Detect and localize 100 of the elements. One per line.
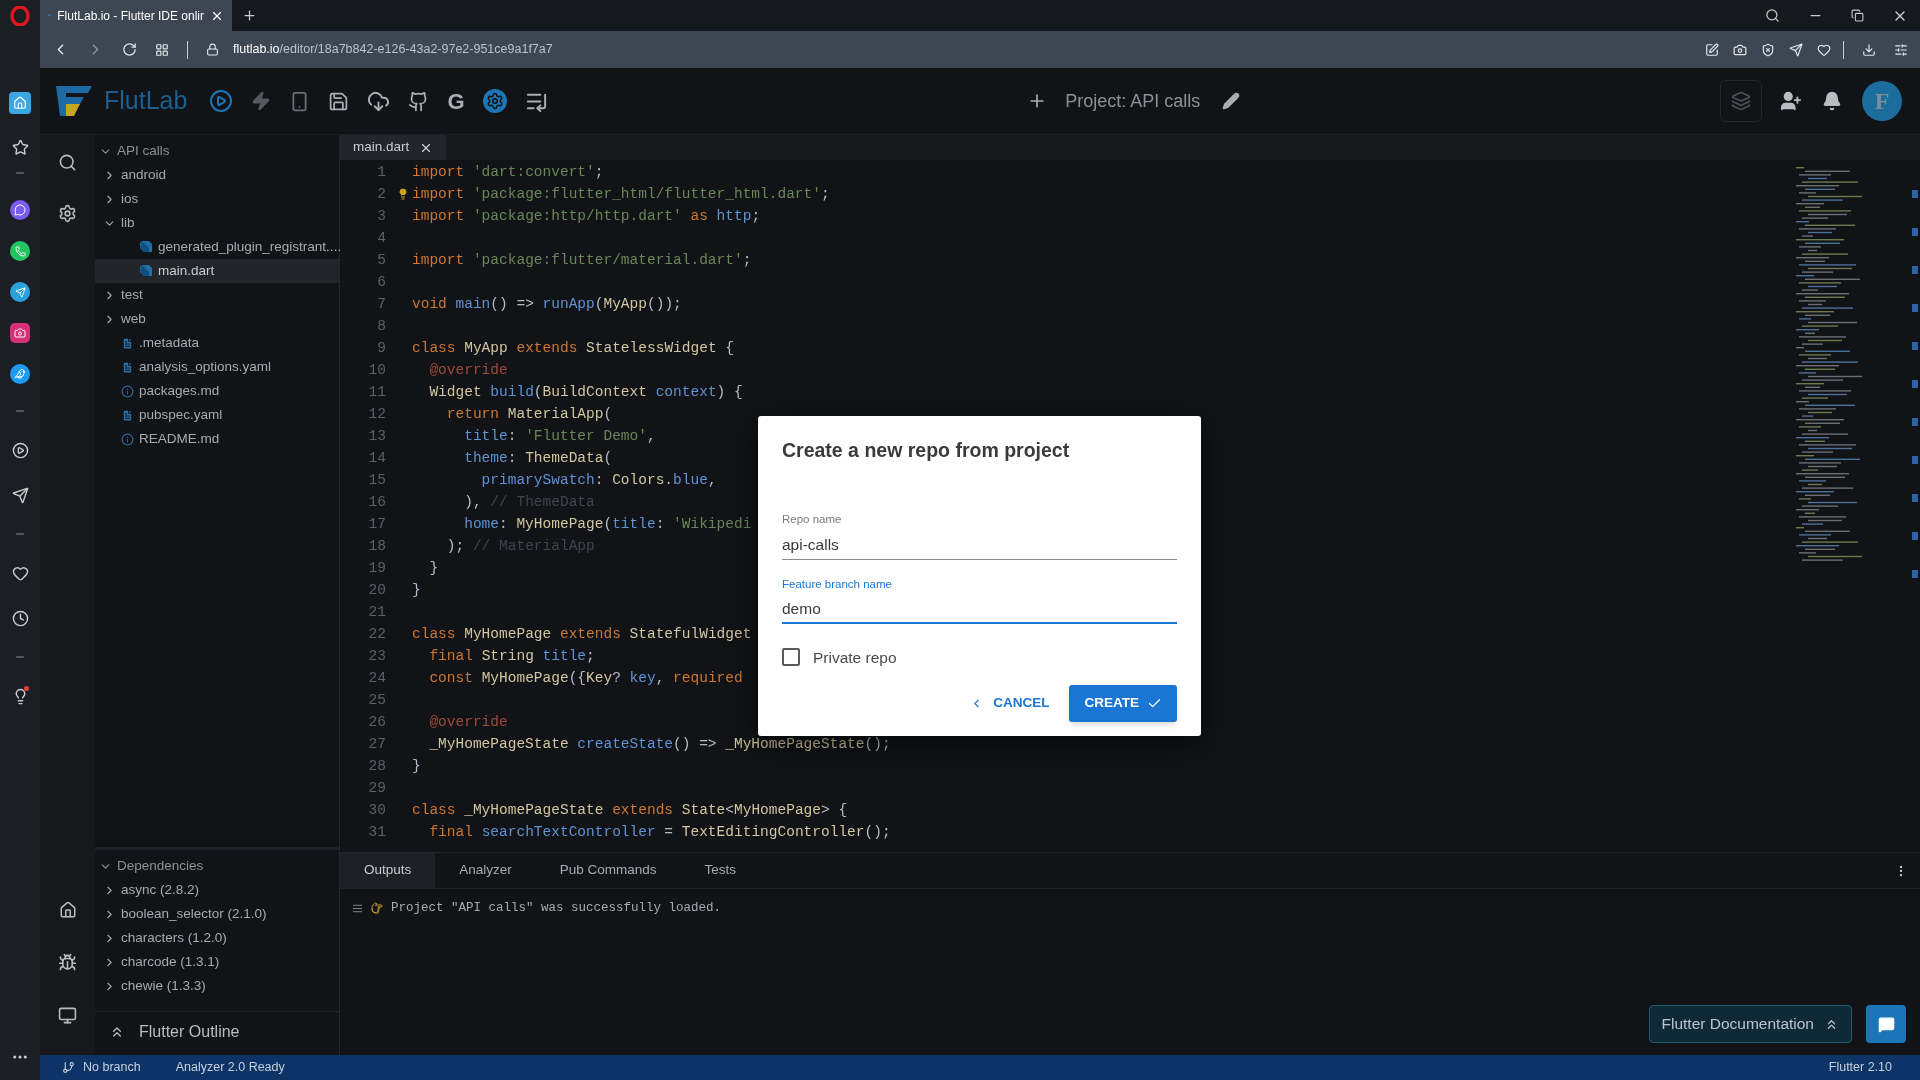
line-number: 3: [376, 207, 386, 227]
tree-item[interactable]: test: [95, 283, 339, 307]
code-line: _MyHomePageState createState() => _MyHomePageState();: [428, 735, 891, 755]
project-title: Project: API calls: [1065, 89, 1201, 113]
shield-icon[interactable]: [1761, 42, 1775, 57]
line-number: 6: [376, 273, 386, 293]
line-number: 16: [367, 493, 386, 513]
chat-icon[interactable]: [10, 200, 30, 220]
code-line: @override: [428, 361, 508, 381]
line-number: 1: [376, 163, 386, 183]
text-field[interactable]: api-calls: [782, 531, 1177, 560]
tree-item[interactable]: android: [95, 163, 339, 187]
line-number: 20: [367, 581, 386, 601]
scroll-marker: [1912, 380, 1918, 388]
chat-button[interactable]: [1866, 1005, 1906, 1043]
line-number: 8: [376, 317, 386, 337]
tree-item[interactable]: main.dart: [95, 259, 339, 283]
lightbulb-icon[interactable]: [397, 188, 409, 200]
address-field[interactable]: flutlab.io/editor/18a7b842-e126-43a2-97e2-951ce9a1f7a7: [233, 40, 553, 59]
code-line: final String title;: [428, 647, 595, 667]
code-line: title: 'Flutter Demo',: [463, 427, 656, 447]
tree-item[interactable]: .metadata: [95, 331, 339, 355]
create-button[interactable]: CREATE: [1069, 685, 1177, 722]
tree-item[interactable]: characters (1.2.0): [95, 926, 339, 950]
tree-item[interactable]: pubspec.yaml: [95, 403, 339, 427]
bug-icon[interactable]: [58, 953, 77, 972]
dart-file-icon: [139, 240, 153, 254]
code-line: }: [412, 757, 421, 777]
line-number: 12: [367, 405, 386, 425]
code-line: home: MyHomePage(title: 'Wikipedi: [463, 515, 752, 535]
editor-tab[interactable]: main.dart: [340, 135, 447, 160]
tree-item[interactable]: API calls: [95, 139, 339, 163]
scroll-marker: [1912, 304, 1918, 312]
house-icon[interactable]: [58, 901, 77, 919]
add-user-icon[interactable]: [1780, 90, 1802, 112]
paper-plane-icon[interactable]: [10, 282, 30, 302]
tree-item[interactable]: async (2.8.2): [95, 878, 339, 902]
code-line: primarySwatch: Colors.blue,: [480, 471, 717, 491]
camera-icon[interactable]: [1733, 42, 1747, 57]
send-icon[interactable]: [1789, 42, 1803, 57]
tree-item[interactable]: boolean_selector (2.1.0): [95, 902, 339, 926]
line-number: 9: [376, 339, 386, 359]
save-icon[interactable]: [328, 90, 350, 112]
camera-icon[interactable]: [10, 323, 30, 343]
monitor-icon[interactable]: [58, 1006, 77, 1025]
cloud-download-icon[interactable]: [367, 89, 391, 113]
cancel-button[interactable]: CANCEL: [964, 685, 1056, 722]
search-icon[interactable]: [1765, 8, 1780, 23]
tree-item[interactable]: web: [95, 307, 339, 331]
heart-icon[interactable]: [1817, 42, 1831, 57]
scroll-marker: [1912, 418, 1918, 426]
restore-icon[interactable]: [1851, 9, 1864, 22]
tree-item[interactable]: README.md: [95, 427, 339, 451]
tree-item[interactable]: ios: [95, 187, 339, 211]
outline-panel-button[interactable]: Flutter Outline: [95, 1011, 339, 1051]
grid-icon[interactable]: [155, 42, 169, 57]
tree-item[interactable]: chewie (1.3.3): [95, 974, 339, 998]
code-line: }: [428, 559, 439, 579]
download-icon[interactable]: [1862, 42, 1876, 57]
lightning-icon[interactable]: [251, 91, 272, 111]
scroll-marker: [1912, 342, 1918, 350]
run-icon[interactable]: [209, 89, 234, 113]
git-branch-icon: [62, 1061, 75, 1074]
search-icon[interactable]: [58, 153, 77, 172]
new-tab-icon[interactable]: [242, 8, 257, 23]
panel-tab[interactable]: Pub Commands: [535, 853, 681, 888]
phone-icon[interactable]: [10, 241, 30, 261]
code-line: Widget build(BuildContext context) {: [428, 383, 743, 403]
letter-button[interactable]: G: [447, 84, 465, 118]
bird-icon[interactable]: [10, 364, 30, 384]
tree-item[interactable]: Dependencies: [95, 854, 339, 878]
panel-tab[interactable]: Analyzer: [435, 853, 536, 888]
tree-item[interactable]: generated_plugin_registrant....: [95, 235, 339, 259]
checkbox[interactable]: [782, 648, 800, 667]
line-number: 2: [376, 185, 386, 205]
line-number: 14: [367, 449, 386, 469]
line-number: 5: [376, 251, 386, 271]
browser-logo-icon[interactable]: [10, 6, 30, 26]
panel-tab[interactable]: Outputs: [340, 853, 436, 888]
panel-tab[interactable]: Tests: [680, 853, 761, 888]
line-number: 26: [367, 713, 386, 733]
reload-icon[interactable]: [122, 42, 137, 57]
tree-item[interactable]: packages.md: [95, 379, 339, 403]
tree-item[interactable]: analysis_options.yaml: [95, 355, 339, 379]
app-logo-text: FlutLab: [104, 85, 188, 117]
tree-item[interactable]: charcode (1.3.1): [95, 950, 339, 974]
docs-button[interactable]: Flutter Documentation: [1648, 1005, 1852, 1043]
settings-icon[interactable]: [482, 89, 507, 113]
bell-icon[interactable]: [1822, 91, 1842, 111]
code-line: void main() => runApp(MyApp());: [412, 295, 682, 315]
settings-icon[interactable]: [1894, 42, 1908, 57]
line-number: 30: [367, 801, 386, 821]
home-button[interactable]: [9, 92, 31, 114]
line-number: 4: [376, 229, 386, 249]
text-field[interactable]: demo: [782, 595, 1177, 624]
tree-item[interactable]: lib: [95, 211, 339, 235]
browser-tab[interactable]: FlutLab.io - Flutter IDE onlir: [40, 0, 232, 31]
edit-icon[interactable]: [1222, 92, 1241, 110]
code-line: import 'package:http/http.dart' as http;: [412, 207, 761, 227]
settings-icon[interactable]: [58, 204, 77, 223]
